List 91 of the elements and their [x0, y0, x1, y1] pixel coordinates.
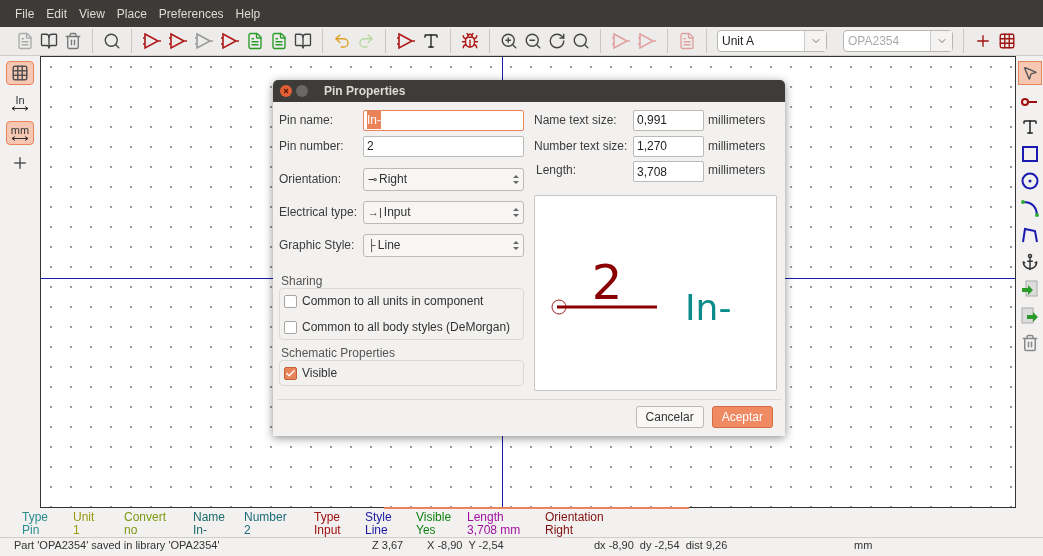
message-label: Length — [467, 511, 505, 524]
text-icon[interactable] — [422, 32, 440, 50]
message-label: Convert — [124, 511, 168, 524]
message-value: 1 — [73, 524, 81, 537]
message-label: Orientation — [545, 511, 605, 524]
message-label: Type — [22, 511, 49, 524]
field-label: Length: — [535, 162, 578, 179]
message-value: In- — [193, 524, 208, 537]
menu-item[interactable]: Place — [116, 4, 147, 23]
document-icon[interactable] — [270, 32, 288, 50]
message-value: Input — [314, 524, 342, 537]
trash-icon[interactable] — [64, 32, 82, 50]
field-label: Number text size: — [534, 138, 629, 155]
field-label: Name text size: — [534, 112, 618, 129]
status-text: Part 'OPA2354' saved in library 'OPA2354' — [14, 538, 221, 554]
checkbox-label[interactable]: Visible — [302, 364, 338, 382]
arrow-icon — [11, 136, 29, 141]
dropdown[interactable]: ├ Line — [363, 233, 524, 257]
text-field[interactable]: 0,991 — [633, 109, 704, 131]
message-label: Name — [193, 511, 226, 524]
message-label: Style — [365, 511, 393, 524]
document-icon[interactable] — [246, 32, 264, 50]
dropdown[interactable]: →| Input — [363, 200, 524, 224]
text-field[interactable]: 2 — [363, 135, 524, 157]
pointer-icon[interactable] — [1017, 61, 1042, 85]
message-value: Line — [365, 524, 388, 537]
pin-number: 2 — [591, 254, 623, 310]
refresh-icon[interactable] — [548, 32, 566, 50]
spin-arrows-icon — [513, 206, 519, 218]
message-value: no — [124, 524, 139, 537]
unit-label: millimeters — [708, 138, 766, 155]
book-icon[interactable] — [294, 32, 312, 50]
close-button[interactable] — [280, 85, 292, 97]
book-icon[interactable] — [40, 32, 58, 50]
checkbox-label[interactable]: Common to all body styles (DeMorgan) — [302, 318, 511, 336]
cancel-button[interactable]: Cancelar — [635, 406, 704, 428]
checkbox[interactable] — [284, 320, 297, 334]
message-label: Visible — [416, 511, 453, 524]
unit-dropdown[interactable]: Unit A — [717, 30, 827, 52]
menu-item[interactable]: Help — [235, 4, 261, 23]
checkbox-label[interactable]: Common to all units in component — [302, 292, 484, 310]
unit-label: millimeters — [708, 112, 766, 129]
status-text: Z 3,67 — [372, 538, 405, 554]
field-label: Pin number: — [279, 138, 345, 155]
checkbox[interactable] — [284, 366, 297, 380]
triangle-icon[interactable] — [142, 31, 162, 51]
triangle-icon[interactable] — [168, 31, 188, 51]
message-label: Unit — [73, 511, 96, 524]
message-label: Number — [244, 511, 288, 524]
text-field[interactable]: 1,270 — [633, 135, 704, 157]
menu-item[interactable]: File — [15, 4, 35, 23]
grid-icon — [11, 64, 29, 82]
menu-item[interactable]: Edit — [46, 4, 68, 23]
field-label: Electrical type: — [279, 204, 359, 221]
field-label: Orientation: — [279, 171, 343, 188]
field-label: Graphic Style: — [279, 237, 356, 254]
crosshair-icon — [11, 154, 29, 172]
status-text: mm — [854, 538, 873, 554]
message-value: Yes — [416, 524, 437, 537]
spin-arrows-icon — [513, 239, 519, 251]
dropdown[interactable]: ⊸ Right — [363, 167, 524, 191]
table-icon[interactable] — [998, 32, 1016, 50]
status-text: dx -8,90 dy -2,54 dist 9,26 — [594, 538, 729, 554]
dialog-title: Pin Properties — [324, 83, 406, 100]
search-icon[interactable] — [572, 32, 590, 50]
group-title: Schematic Properties — [281, 346, 397, 360]
status-text: X -8,90 Y -2,54 — [427, 538, 505, 554]
triangle-icon[interactable] — [396, 31, 416, 51]
zoom-out-icon[interactable] — [524, 32, 542, 50]
arrow-icon — [11, 106, 29, 111]
pin-name: In- — [685, 287, 732, 328]
units-toggle[interactable]: mm — [6, 121, 34, 145]
menu-item[interactable]: Preferences — [158, 4, 224, 23]
search-icon[interactable] — [103, 32, 121, 50]
field-label: Pin name: — [279, 112, 335, 129]
bug-icon[interactable] — [461, 32, 479, 50]
message-value: Pin — [22, 524, 40, 537]
units-toggle[interactable]: In — [6, 91, 34, 115]
unit-label: millimeters — [708, 162, 766, 179]
spin-arrows-icon — [513, 173, 519, 185]
message-value: Right — [545, 524, 574, 537]
menu-item[interactable]: View — [79, 4, 105, 23]
checkbox[interactable] — [284, 294, 297, 308]
grid-toggle[interactable] — [6, 61, 34, 85]
group-title: Sharing — [281, 274, 324, 288]
message-value: 3,708 mm — [467, 524, 522, 537]
zoom-in-icon[interactable] — [500, 32, 518, 50]
message-label: Type — [314, 511, 341, 524]
text-field[interactable]: 3,708 — [633, 161, 704, 182]
message-value: 2 — [244, 524, 252, 537]
triangle-icon[interactable] — [220, 31, 240, 51]
